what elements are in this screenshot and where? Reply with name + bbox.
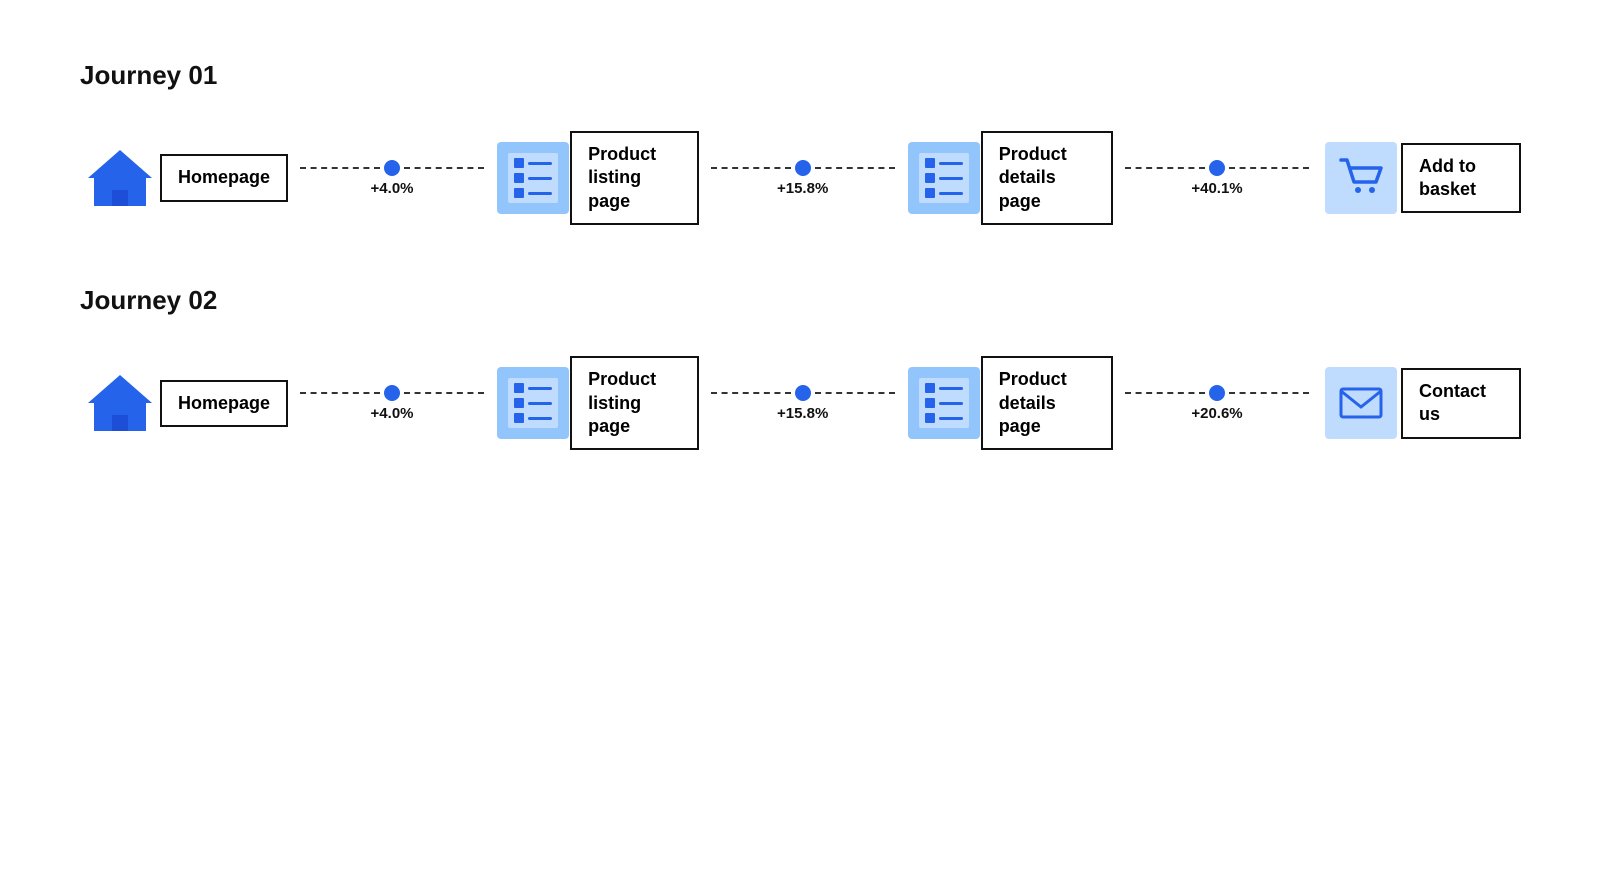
dotted-line: [300, 167, 380, 169]
connector-pct-1-3: +40.1%: [1191, 180, 1242, 197]
dotted-line: [711, 392, 791, 394]
connector-dot: [795, 385, 811, 401]
product-details-label-2: Productdetails page: [981, 356, 1113, 450]
dotted-line: [815, 392, 895, 394]
node-homepage-1: Homepage: [80, 138, 288, 218]
connector-pct-2-1: +4.0%: [371, 405, 414, 422]
connector-dot: [384, 160, 400, 176]
homepage-label-1: Homepage: [160, 154, 288, 201]
dotted-line: [711, 167, 791, 169]
node-add-to-basket: Add tobasket: [1321, 138, 1521, 218]
product-listing-label-2: Productlisting page: [570, 356, 699, 450]
dotted-line: [404, 392, 484, 394]
journey-1-title: Journey 01: [80, 60, 1521, 91]
connector-1-1: +4.0%: [296, 160, 488, 197]
dotted-line: [1229, 167, 1309, 169]
list-icon-2: [907, 138, 981, 218]
connector-1-3: +40.1%: [1121, 160, 1313, 197]
envelope-icon: [1321, 363, 1401, 443]
connector-dot: [1209, 160, 1225, 176]
connector-1-2: +15.8%: [707, 160, 899, 197]
home-icon: [80, 138, 160, 218]
list-icon-3: [496, 363, 570, 443]
list-icon-4: [907, 363, 981, 443]
connector-2-1: +4.0%: [296, 385, 488, 422]
connector-2-2: +15.8%: [707, 385, 899, 422]
product-details-label-1: Productdetails page: [981, 131, 1113, 225]
dotted-line: [1229, 392, 1309, 394]
list-icon-1: [496, 138, 570, 218]
connector-pct-1-2: +15.8%: [777, 180, 828, 197]
product-listing-label-1: Productlisting page: [570, 131, 699, 225]
journey-2-title: Journey 02: [80, 285, 1521, 316]
connector-pct-2-3: +20.6%: [1191, 405, 1242, 422]
node-product-listing-1: Productlisting page: [496, 131, 699, 225]
connector-dot: [384, 385, 400, 401]
homepage-label-2: Homepage: [160, 380, 288, 427]
journey-2: Journey 02 Homepage +4.0%: [80, 285, 1521, 450]
journey-1-flow: Homepage +4.0% Product: [80, 131, 1521, 225]
connector-pct-1-1: +4.0%: [371, 180, 414, 197]
dotted-line: [1125, 167, 1205, 169]
home-icon-2: [80, 363, 160, 443]
dotted-line: [1125, 392, 1205, 394]
connector-dot: [1209, 385, 1225, 401]
node-homepage-2: Homepage: [80, 363, 288, 443]
contact-us-label: Contactus: [1401, 368, 1521, 439]
connector-dot: [795, 160, 811, 176]
node-product-listing-2: Productlisting page: [496, 356, 699, 450]
dotted-line: [300, 392, 380, 394]
journey-1: Journey 01 Homepage +4.0%: [80, 60, 1521, 225]
journey-2-flow: Homepage +4.0% Product: [80, 356, 1521, 450]
add-to-basket-label: Add tobasket: [1401, 143, 1521, 214]
node-product-details-1: Productdetails page: [907, 131, 1113, 225]
node-contact-us: Contactus: [1321, 363, 1521, 443]
connector-pct-2-2: +15.8%: [777, 405, 828, 422]
dotted-line: [815, 167, 895, 169]
node-product-details-2: Productdetails page: [907, 356, 1113, 450]
cart-icon: [1321, 138, 1401, 218]
dotted-line: [404, 167, 484, 169]
connector-2-3: +20.6%: [1121, 385, 1313, 422]
